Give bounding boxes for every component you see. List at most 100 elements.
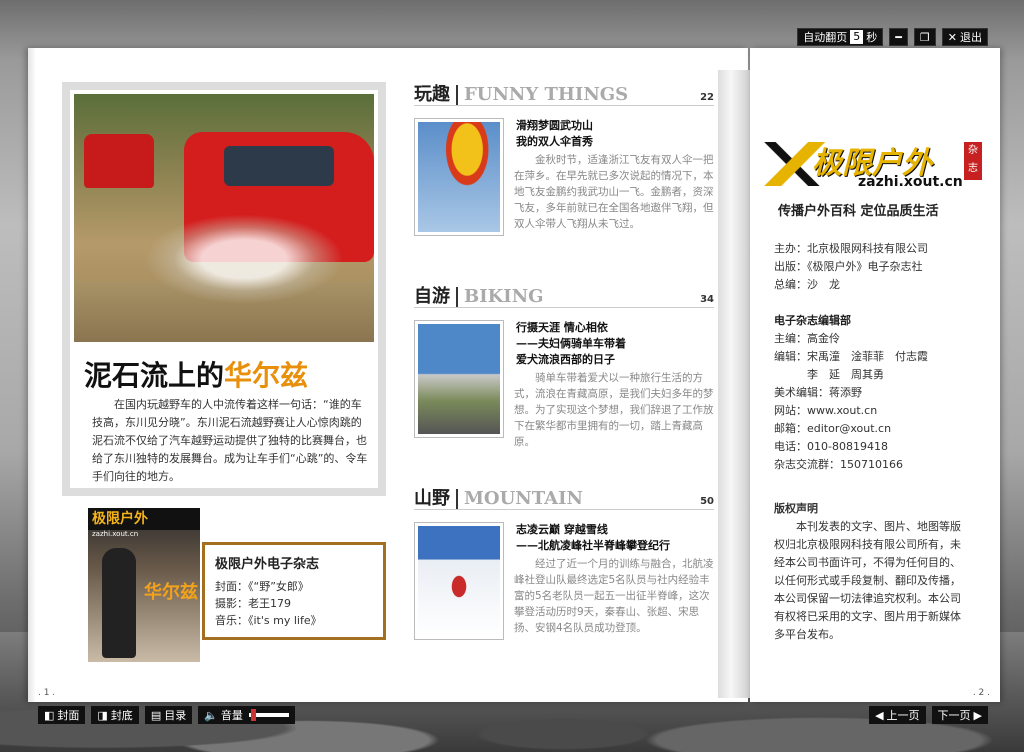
cover-headline: 华尔兹 <box>144 582 198 603</box>
prev-page-label: 上一页 <box>886 709 920 722</box>
section-header: 山野 MOUNTAIN 50 <box>414 486 714 510</box>
article-title-line: 滑翔梦圆武功山 <box>516 119 593 132</box>
front-cover-label: 封面 <box>57 709 80 722</box>
section-funny-things[interactable]: 玩趣 FUNNY THINGS 22 滑翔梦圆武功山 我的双人伞首秀 金秋时节，… <box>414 82 714 254</box>
car-window-shape <box>224 146 334 186</box>
group-line: 杂志交流群：150710166 <box>774 458 903 471</box>
article-title-line: 志凌云巅 穿越雪线 <box>516 523 608 536</box>
article-item[interactable]: 行摄天涯 情心相依 ——夫妇俩骑单车带着 爱犬流浪西部的日子 骑单车带着爱犬以一… <box>414 320 714 456</box>
volume-control[interactable]: 🔈 音量 <box>198 706 295 724</box>
rally-car-photo <box>74 94 374 342</box>
volume-label: 音量 <box>220 709 243 722</box>
book-icon: ◨ <box>97 708 108 722</box>
auto-flip-seconds[interactable]: 5 <box>850 30 864 44</box>
chief-editor-line: 总编：沙 龙 <box>774 278 840 291</box>
restore-icon: ❐ <box>919 30 930 44</box>
volume-slider[interactable] <box>248 709 289 721</box>
right-page: 极限户外 杂志 zazhi.xout.cn 传播户外百科 定位品质生活 主办：北… <box>750 48 1000 702</box>
left-page: 泥石流上的华尔兹 在国内玩越野车的人中流传着这样一句话：“谁的车技高，东川见分晓… <box>28 48 748 702</box>
next-page-button[interactable]: 下一页 ▶ <box>931 706 988 724</box>
exit-button[interactable]: ✕ 退出 <box>941 28 988 46</box>
back-cover-label: 封底 <box>110 709 133 722</box>
copyright-body: 本刊发表的文字、图片、地图等版权归北京极限网科技有限公司所有，未经本公司书面许可… <box>774 520 961 641</box>
article-body: 骑单车带着爱犬以一种旅行生活的方式，流浪在青藏高原，是我们夫妇多年的梦想。为了实… <box>514 372 714 448</box>
section-page-number: 34 <box>700 294 714 305</box>
auto-flip-label: 自动翻页 <box>803 31 848 44</box>
article-title: 志凌云巅 穿越雪线 ——北航凌峰社半脊峰攀登纪行 <box>516 522 716 554</box>
minimize-button[interactable]: ━ <box>889 28 908 46</box>
section-title-cn: 山野 <box>414 489 458 509</box>
cover-masthead: 极限户外 <box>88 508 200 530</box>
editors-line: 编辑：宋禹潼 淦菲菲 付志霞 <box>774 350 928 363</box>
section-title-cn: 玩趣 <box>414 85 458 105</box>
magazine-spread: 泥石流上的华尔兹 在国内玩越野车的人中流传着这样一句话：“谁的车技高，东川见分晓… <box>28 48 1000 702</box>
section-page-number: 22 <box>700 92 714 103</box>
issue-info-box: 极限户外电子杂志 封面：《“野”女郎》 摄影：老王179 音乐：《it's my… <box>202 542 386 640</box>
next-page-label: 下一页 <box>937 709 971 722</box>
cover-model-shape <box>102 548 136 658</box>
copyright-notice: 版权声明 本刊发表的文字、图片、地图等版权归北京极限网科技有限公司所有，未经本公… <box>774 500 970 644</box>
issue-info-title: 极限户外电子杂志 <box>215 557 320 572</box>
section-page-number: 50 <box>700 496 714 507</box>
issue-cover-line: 封面：《“野”女郎》 <box>215 580 309 593</box>
logo-tag: 杂志 <box>964 142 982 180</box>
section-title-cn: 自游 <box>414 287 458 307</box>
prev-page-button[interactable]: ◀ 上一页 <box>869 706 926 724</box>
toc-label: 目录 <box>164 709 187 722</box>
cover-thumbnail[interactable]: 极限户外 zazhi.xout.cn 华尔兹 <box>88 508 200 662</box>
section-header: 自游 BIKING 34 <box>414 284 714 308</box>
article-item[interactable]: 志凌云巅 穿越雪线 ——北航凌峰社半脊峰攀登纪行 经过了近一个月的训练与融合，北… <box>414 522 714 658</box>
feature-inner: 泥石流上的华尔兹 在国内玩越野车的人中流传着这样一句话：“谁的车技高，东川见分晓… <box>70 90 378 488</box>
section-title-en: FUNNY THINGS <box>464 84 629 105</box>
cyclists-photo <box>414 320 504 438</box>
feature-body: 在国内玩越野车的人中流传着这样一句话：“谁的车技高，东川见分晓”。东川泥石流越野… <box>92 398 368 483</box>
feature-title: 泥石流上的华尔兹 <box>84 354 308 394</box>
volume-knob[interactable] <box>250 709 256 721</box>
cover-url: zazhi.xout.cn <box>92 530 139 538</box>
article-title: 行摄天涯 情心相依 ——夫妇俩骑单车带着 爱犬流浪西部的日子 <box>516 320 716 368</box>
book-icon: ◧ <box>44 708 55 722</box>
article-title-line: ——夫妇俩骑单车带着 <box>516 337 626 350</box>
publisher-info: 主办：北京极限网科技有限公司 出版：《极限户外》电子杂志社 总编：沙 龙 <box>774 240 928 294</box>
section-title-en: MOUNTAIN <box>464 488 584 509</box>
article-title-line: 我的双人伞首秀 <box>516 135 593 148</box>
sponsor-line: 主办：北京极限网科技有限公司 <box>774 242 928 255</box>
next-arrow-icon: ▶ <box>973 708 982 722</box>
article-title-line: 行摄天涯 情心相依 <box>516 321 608 334</box>
toc-button[interactable]: ▤ 目录 <box>144 706 193 724</box>
list-icon: ▤ <box>150 708 162 722</box>
section-header: 玩趣 FUNNY THINGS 22 <box>414 82 714 106</box>
email-line[interactable]: 邮箱：editor@xout.cn <box>774 420 928 438</box>
feature-title-highlight: 华尔兹 <box>224 359 309 392</box>
logo-url: zazhi.xout.cn <box>858 174 963 190</box>
page-fold <box>718 70 750 698</box>
auto-flip-control[interactable]: 自动翻页 5 秒 <box>797 28 884 46</box>
issue-music-line: 音乐：《it's my life》 <box>215 614 322 627</box>
back-cover-button[interactable]: ◨ 封底 <box>91 706 139 724</box>
section-biking[interactable]: 自游 BIKING 34 行摄天涯 情心相依 ——夫妇俩骑单车带着 爱犬流浪西部… <box>414 284 714 456</box>
minimize-icon: ━ <box>895 30 902 44</box>
article-title-line: 爱犬流浪西部的日子 <box>516 353 615 366</box>
editorial-info: 电子杂志编辑部 主编：高金伶 编辑：宋禹潼 淦菲菲 付志霞 李 延 周其勇 美术… <box>774 312 928 474</box>
front-cover-button[interactable]: ◧ 封面 <box>38 706 86 724</box>
feature-block[interactable]: 泥石流上的华尔兹 在国内玩越野车的人中流传着这样一句话：“谁的车技高，东川见分晓… <box>62 82 386 496</box>
top-toolbar: 自动翻页 5 秒 ━ ❐ ✕ 退出 <box>797 28 988 46</box>
section-title-en: BIKING <box>464 286 544 307</box>
article-item[interactable]: 滑翔梦圆武功山 我的双人伞首秀 金秋时节，适逢浙江飞友有双人伞一把在萍乡。在早先… <box>414 118 714 254</box>
main-editor-line: 主编：高金伶 <box>774 332 840 345</box>
article-body: 经过了近一个月的训练与融合，北航凌峰社登山队最终选定5名队员与社内经验丰富的5名… <box>514 558 714 634</box>
article-title: 滑翔梦圆武功山 我的双人伞首秀 <box>516 118 716 150</box>
feature-title-plain: 泥石流上的 <box>84 359 225 392</box>
bottom-toolbar-left: ◧ 封面 ◨ 封底 ▤ 目录 🔈 音量 <box>38 706 295 724</box>
editorial-title: 电子杂志编辑部 <box>774 314 851 327</box>
splash-shape <box>144 214 344 304</box>
publisher-line: 出版：《极限户外》电子杂志社 <box>774 260 923 273</box>
magazine-logo: 极限户外 杂志 zazhi.xout.cn <box>762 136 988 196</box>
website-line[interactable]: 网站：www.xout.cn <box>774 402 928 420</box>
section-mountain[interactable]: 山野 MOUNTAIN 50 志凌云巅 穿越雪线 ——北航凌峰社半脊峰攀登纪行 … <box>414 486 714 658</box>
restore-button[interactable]: ❐ <box>913 28 936 46</box>
car-photo-shape <box>84 134 154 188</box>
slogan: 传播户外百科 定位品质生活 <box>778 204 939 219</box>
editors-line-2: 李 延 周其勇 <box>774 368 884 381</box>
prev-arrow-icon: ◀ <box>875 708 884 722</box>
